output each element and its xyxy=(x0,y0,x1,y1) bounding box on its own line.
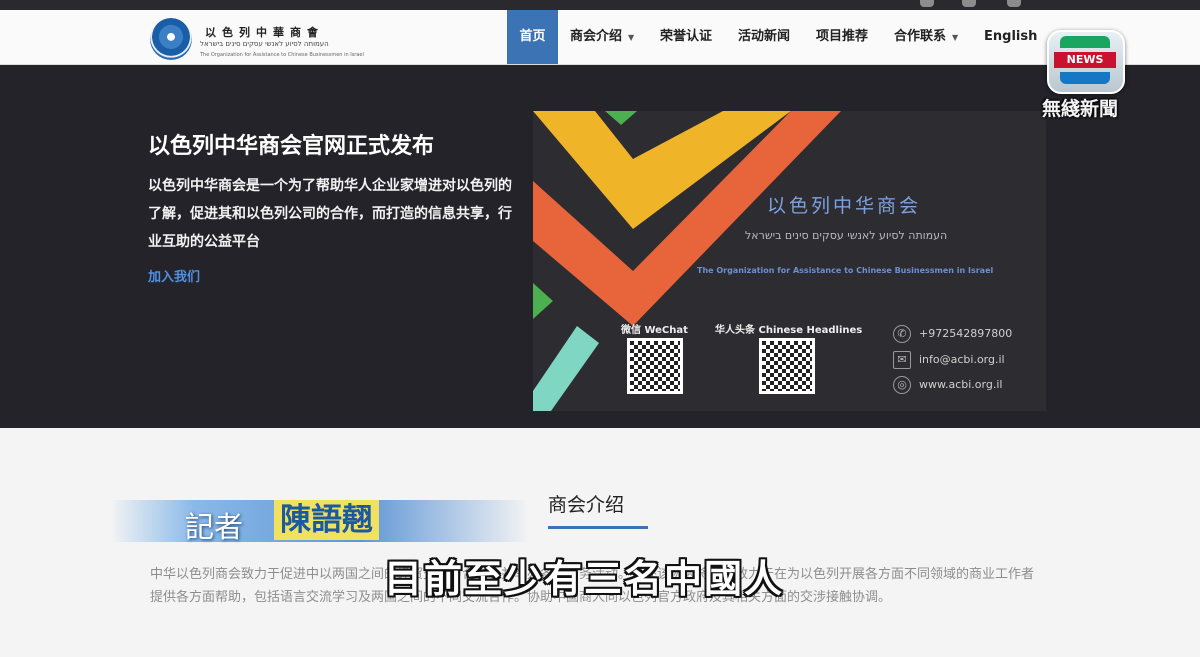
nav-contact[interactable]: 合作联系 ▼ xyxy=(894,10,958,64)
top-icon-3[interactable] xyxy=(1007,0,1021,7)
wechat-qr-code xyxy=(627,338,683,394)
banner-title-he: העמותה לסיוע לאנשי עסקים סינים בישראל xyxy=(745,229,948,242)
nav-about-label: 商会介绍 xyxy=(570,29,623,44)
headlines-qr-code xyxy=(759,338,815,394)
top-icon-2[interactable] xyxy=(962,0,976,7)
banner-title-en: The Organization for Assistance to Chine… xyxy=(697,266,994,275)
banner-website: www.acbi.org.il xyxy=(919,378,1003,391)
about-title-underline xyxy=(548,526,648,529)
nav-english-label: English xyxy=(984,29,1038,44)
promo-banner: 以色列中华商会 העמותה לסיוע לאנשי עסקים סינים ב… xyxy=(533,111,1046,411)
banner-phone: +972542897800 xyxy=(919,327,1013,340)
logo-emblem-icon[interactable] xyxy=(150,18,192,60)
nav-home[interactable]: 首页 xyxy=(507,10,558,64)
headlines-label: 华人头条 Chinese Headlines xyxy=(715,325,863,336)
about-section-title: 商会介绍 xyxy=(548,494,625,516)
logo-en-text: The Organization for Assistance to Chine… xyxy=(200,52,364,58)
top-icon-1[interactable] xyxy=(920,0,934,7)
reporter-name: 陳語翹 xyxy=(274,500,379,540)
banner-title-cn: 以色列中华商会 xyxy=(767,195,922,217)
wechat-label: 微信 WeChat xyxy=(621,325,688,336)
caret-down-icon: ▼ xyxy=(952,33,959,42)
teal-stripe xyxy=(533,326,599,411)
news-subtitle: 目前至少有三名中國人 xyxy=(384,557,785,601)
globe-icon: ◎ xyxy=(893,376,911,394)
logo-he-text: העמותה לסיוע לאנשי עסקים סינים בישראל xyxy=(200,40,329,48)
browser-top-strip xyxy=(0,0,1200,10)
join-us-link[interactable]: 加入我们 xyxy=(148,266,200,285)
reporter-label: 記者 xyxy=(185,510,244,544)
caret-down-icon: ▼ xyxy=(628,33,635,42)
tvb-channel-name: 無綫新聞 xyxy=(1042,98,1119,120)
nav-about[interactable]: 商会介绍 ▼ xyxy=(570,10,634,64)
nav-honors-label: 荣誉认证 xyxy=(660,29,713,44)
tvb-logo-blue-band xyxy=(1060,72,1110,84)
nav-home-label: 首页 xyxy=(519,29,546,44)
tvb-news-badge: NEWS xyxy=(1054,52,1116,68)
nav-news-label: 活动新闻 xyxy=(738,29,791,44)
mail-icon: ✉ xyxy=(893,351,911,369)
nav-projects[interactable]: 项目推荐 xyxy=(816,10,868,64)
nav-projects-label: 项目推荐 xyxy=(816,29,869,44)
nav-honors[interactable]: 荣誉认证 xyxy=(660,10,712,64)
nav-english[interactable]: English xyxy=(984,10,1037,64)
banner-email: info@acbi.org.il xyxy=(919,353,1005,366)
green-top-triangle xyxy=(605,111,637,125)
nav-contact-label: 合作联系 xyxy=(894,29,947,44)
tvb-logo-green-band xyxy=(1060,36,1110,48)
hero-title: 以色列中华商会官网正式发布 xyxy=(148,134,435,159)
hero-description: 以色列中华商会是一个为了帮助华人企业家增进对以色列的了解，促进其和以色列公司的合… xyxy=(148,178,512,250)
green-left-triangle xyxy=(533,283,553,319)
nav-news[interactable]: 活动新闻 xyxy=(738,10,790,64)
logo-cn-text: 以色列中華商會 xyxy=(205,26,324,39)
phone-icon: ✆ xyxy=(893,325,911,343)
